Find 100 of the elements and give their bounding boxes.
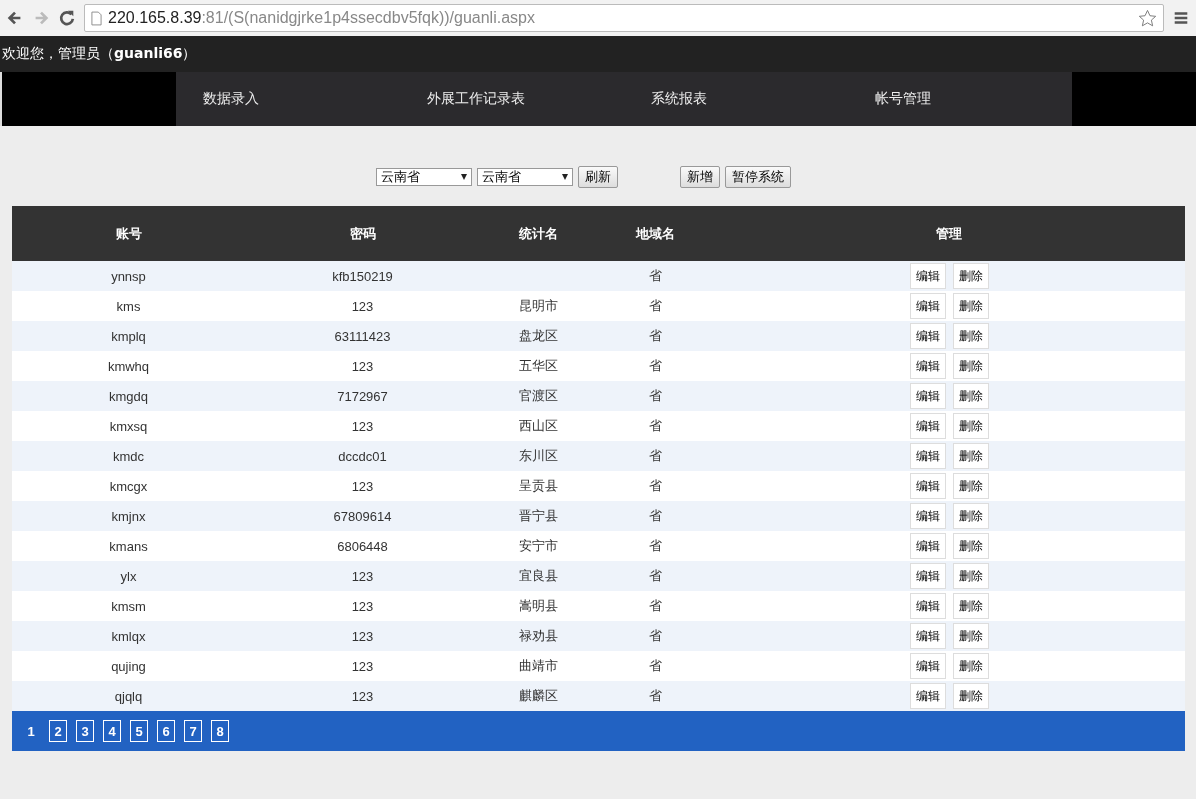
table-cell: 省 — [597, 381, 713, 411]
edit-button[interactable]: 编辑 — [909, 413, 946, 439]
page-link[interactable]: 6 — [157, 720, 175, 742]
edit-button[interactable]: 编辑 — [909, 353, 946, 379]
column-header: 密码 — [245, 206, 480, 261]
table-cell: 123 — [245, 651, 480, 681]
table-cell: 省 — [597, 411, 713, 441]
table-cell: 禄劝县 — [519, 628, 558, 643]
page-link[interactable]: 7 — [184, 720, 202, 742]
page-link[interactable]: 8 — [211, 720, 229, 742]
table-cell: kmsm — [12, 591, 245, 621]
delete-button[interactable]: 删除 — [952, 563, 989, 589]
column-header: 地域名 — [597, 206, 713, 261]
table-cell: kmjnx — [12, 501, 245, 531]
delete-button[interactable]: 删除 — [952, 443, 989, 469]
table-cell: 官渡区 — [519, 388, 558, 403]
delete-button[interactable]: 删除 — [952, 503, 989, 529]
edit-button[interactable]: 编辑 — [909, 563, 946, 589]
table-cell: 6806448 — [245, 531, 480, 561]
dropdown-icon — [461, 174, 467, 180]
edit-button[interactable]: 编辑 — [909, 443, 946, 469]
table-cell: 晋宁县 — [519, 508, 558, 523]
table-cell: 67809614 — [245, 501, 480, 531]
table-cell: kmwhq — [12, 351, 245, 381]
table-cell: 123 — [245, 351, 480, 381]
table-cell: kmcgx — [12, 471, 245, 501]
page-link[interactable]: 4 — [103, 720, 121, 742]
edit-button[interactable]: 编辑 — [909, 683, 946, 709]
table-cell: kmans — [12, 531, 245, 561]
page-link[interactable]: 5 — [130, 720, 148, 742]
edit-button[interactable]: 编辑 — [909, 653, 946, 679]
table-cell: 安宁市 — [519, 538, 558, 553]
address-bar[interactable]: 220.165.8.39:81/(S(nanidgjrke1p4ssecdbv5fqk))/guanli.aspx — [84, 4, 1164, 32]
action-button[interactable]: 暂停系统 — [725, 166, 791, 188]
province-select[interactable]: 云南省 — [376, 168, 472, 186]
table-cell: 省 — [597, 291, 713, 321]
menu-icon[interactable] — [1172, 9, 1190, 27]
nav-link[interactable]: 数据录入 — [176, 72, 400, 126]
table-cell: 省 — [597, 681, 713, 711]
table-cell: 省 — [597, 621, 713, 651]
page-icon — [91, 10, 102, 26]
edit-button[interactable]: 编辑 — [909, 263, 946, 289]
edit-button[interactable]: 编辑 — [909, 323, 946, 349]
table-cell: 宜良县 — [519, 568, 558, 583]
table-cell: 省 — [597, 501, 713, 531]
table-cell: kmxsq — [12, 411, 245, 441]
table-cell: 昆明市 — [519, 298, 558, 313]
edit-button[interactable]: 编辑 — [909, 503, 946, 529]
reload-icon[interactable] — [58, 9, 76, 27]
delete-button[interactable]: 删除 — [952, 533, 989, 559]
delete-button[interactable]: 删除 — [952, 383, 989, 409]
table-cell: kmdc — [12, 441, 245, 471]
delete-button[interactable]: 删除 — [952, 683, 989, 709]
table-cell: 盘龙区 — [519, 328, 558, 343]
edit-button[interactable]: 编辑 — [909, 293, 946, 319]
table-cell: 五华区 — [519, 358, 558, 373]
star-icon[interactable] — [1138, 8, 1157, 28]
delete-button[interactable]: 删除 — [952, 623, 989, 649]
delete-button[interactable]: 删除 — [952, 473, 989, 499]
table-cell: 省 — [597, 441, 713, 471]
delete-button[interactable]: 删除 — [952, 653, 989, 679]
edit-button[interactable]: 编辑 — [909, 623, 946, 649]
action-button[interactable]: 新增 — [680, 166, 720, 188]
column-header: 账号 — [12, 206, 245, 261]
table-cell: 省 — [597, 351, 713, 381]
table-cell: 123 — [245, 621, 480, 651]
table-cell: 嵩明县 — [519, 598, 558, 613]
table-cell: 123 — [245, 681, 480, 711]
refresh-button[interactable]: 刷新 — [578, 166, 618, 188]
page-link[interactable]: 2 — [49, 720, 67, 742]
delete-button[interactable]: 删除 — [952, 323, 989, 349]
table-cell: 123 — [245, 561, 480, 591]
table-cell: kms — [12, 291, 245, 321]
table-cell: ylx — [12, 561, 245, 591]
nav-link[interactable]: 系统报表 — [624, 72, 848, 126]
delete-button[interactable]: 删除 — [952, 353, 989, 379]
table-cell: 7172967 — [245, 381, 480, 411]
nav-link[interactable]: 外展工作记录表 — [400, 72, 624, 126]
page-link[interactable]: 1 — [22, 720, 40, 742]
edit-button[interactable]: 编辑 — [909, 383, 946, 409]
page-link[interactable]: 3 — [76, 720, 94, 742]
table-cell: 省 — [597, 591, 713, 621]
delete-button[interactable]: 删除 — [952, 293, 989, 319]
welcome-text: 欢迎您，管理员（guanli66） — [2, 45, 197, 63]
edit-button[interactable]: 编辑 — [909, 593, 946, 619]
table-cell: 123 — [245, 411, 480, 441]
column-header: 管理 — [713, 206, 1185, 261]
edit-button[interactable]: 编辑 — [909, 533, 946, 559]
table-cell: 东川区 — [519, 448, 558, 463]
province-select[interactable]: 云南省 — [477, 168, 573, 186]
delete-button[interactable]: 删除 — [952, 593, 989, 619]
table-cell: kmlqx — [12, 621, 245, 651]
delete-button[interactable]: 删除 — [952, 263, 989, 289]
table-cell: kfb150219 — [245, 261, 480, 291]
table-cell: 省 — [597, 471, 713, 501]
delete-button[interactable]: 删除 — [952, 413, 989, 439]
edit-button[interactable]: 编辑 — [909, 473, 946, 499]
nav-link[interactable]: 帐号管理 — [848, 72, 1072, 126]
table-cell: kmplq — [12, 321, 245, 351]
table-cell: 省 — [597, 531, 713, 561]
